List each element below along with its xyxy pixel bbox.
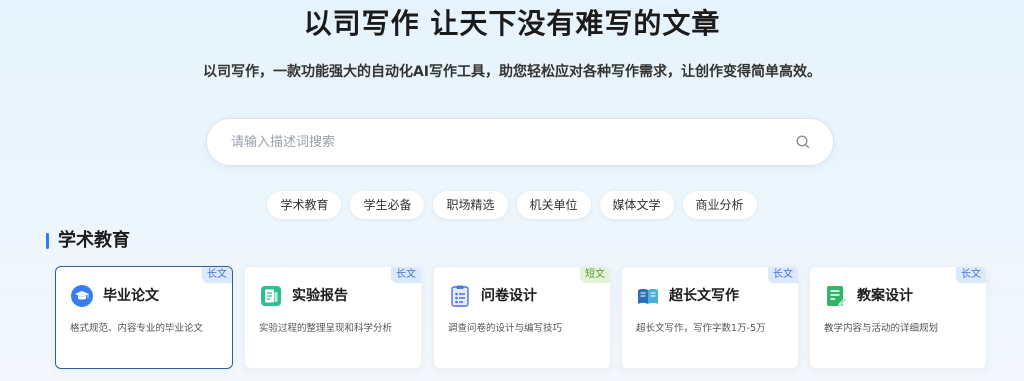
card-description: 格式规范、内容专业的毕业论文	[70, 323, 204, 334]
card-badge: 长文	[956, 267, 986, 283]
card-title: 问卷设计	[481, 288, 537, 304]
card-questionnaire-design[interactable]: 短文 问卷设计 调查问卷的设计与编写技巧	[433, 266, 611, 369]
section-accent-bar	[46, 233, 49, 249]
card-graduation-thesis[interactable]: 长文 毕业论文 格式规范、内容专业的毕业论文	[55, 266, 233, 369]
tag-student-essentials[interactable]: 学生必备	[350, 191, 425, 219]
category-tags: 学术教育 学生必备 职场精选 机关单位 媒体文学 商业分析	[0, 191, 1024, 219]
card-badge: 长文	[391, 267, 421, 283]
card-badge: 长文	[768, 267, 798, 283]
tag-government-units[interactable]: 机关单位	[516, 191, 591, 219]
tag-business-analysis[interactable]: 商业分析	[682, 191, 757, 219]
card-lab-report[interactable]: 长文 实验报告 实验过程的整理呈现和科学分析	[244, 266, 422, 369]
hero-subtitle: 以司写作，一款功能强大的自动化AI写作工具，助您轻松应对各种写作需求，让创作变得…	[202, 64, 822, 80]
card-badge: 长文	[202, 267, 232, 283]
card-description: 实验过程的整理呈现和科学分析	[259, 323, 393, 334]
tag-academic-education[interactable]: 学术教育	[267, 191, 342, 219]
search-box[interactable]	[206, 118, 834, 166]
card-title: 教案设计	[857, 288, 913, 304]
report-icon	[261, 286, 281, 306]
hero-title: 以司写作 让天下没有难写的文章	[303, 7, 721, 40]
section-heading: 学术教育	[46, 230, 130, 252]
card-description: 教学内容与活动的详细规划	[824, 323, 939, 334]
card-badge: 短文	[580, 267, 610, 283]
lesson-plan-icon	[827, 286, 847, 307]
card-title: 毕业论文	[103, 288, 159, 304]
tag-media-literature[interactable]: 媒体文学	[599, 191, 674, 219]
card-title: 超长文写作	[669, 288, 739, 304]
search-icon[interactable]	[795, 134, 811, 150]
tag-workplace-picks[interactable]: 职场精选	[433, 191, 508, 219]
open-book-icon	[638, 288, 658, 304]
questionnaire-icon	[451, 285, 469, 307]
search-input[interactable]	[231, 119, 771, 165]
card-description: 调查问卷的设计与编写技巧	[448, 323, 563, 334]
card-long-form-writing[interactable]: 长文 超长文写作 超长文写作，写作字数1万-5万	[621, 266, 799, 369]
section-title-text: 学术教育	[58, 230, 130, 251]
card-description: 超长文写作，写作字数1万-5万	[636, 323, 766, 334]
card-title: 实验报告	[292, 288, 348, 304]
card-lesson-plan[interactable]: 长文 教案设计 教学内容与活动的详细规划	[809, 266, 987, 369]
graduation-cap-icon	[71, 285, 93, 307]
